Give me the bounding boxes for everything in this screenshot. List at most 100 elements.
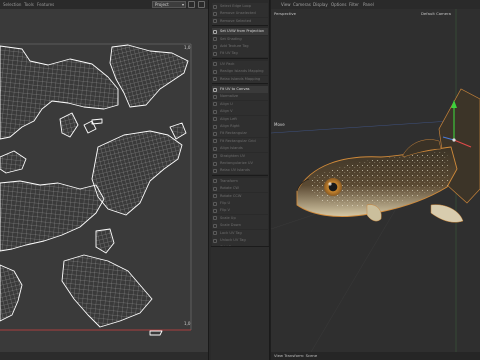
tool-item-label: Align U: [220, 101, 233, 106]
tool-item[interactable]: Rectangularize UV: [212, 160, 268, 167]
maximize-icon[interactable]: [198, 1, 205, 8]
tool-icon: [213, 208, 217, 213]
uv-editor-panel: Selection Tools Features Project ▾ 1,0 1…: [0, 0, 208, 360]
tool-icon: [213, 238, 217, 243]
tool-item[interactable]: Align U: [212, 100, 268, 108]
viewport-status-bar: View Transform: Scene: [271, 352, 480, 360]
tool-item[interactable]: Straighten UV: [212, 152, 268, 160]
tool-icon: [213, 11, 217, 16]
tool-item[interactable]: Fit Rectangular Grid: [212, 137, 268, 145]
tool-icon: [213, 87, 217, 92]
tool-item[interactable]: Transform: [212, 177, 268, 185]
tool-icon: [213, 223, 217, 228]
uv-island-small-b: [83, 120, 97, 134]
tool-icon: [213, 231, 217, 236]
tool-item[interactable]: Relax Islands Mapping: [212, 75, 268, 83]
tool-item[interactable]: Align Right: [212, 123, 268, 130]
tool-item-label: Flip V: [220, 208, 230, 213]
uv-island-tail: [0, 150, 27, 174]
tool-item-label: Rotate CW: [220, 186, 239, 191]
tool-item[interactable]: Align V: [212, 108, 268, 116]
menu-features[interactable]: Features: [37, 0, 54, 9]
tool-icon: [213, 4, 217, 9]
tool-item-label: Scale Down: [220, 223, 241, 228]
tool-separator: [212, 57, 268, 59]
projection-value: Project: [155, 2, 169, 7]
menu-cameras[interactable]: Cameras: [293, 0, 311, 9]
tool-icon: [213, 77, 217, 82]
tool-item-label: Remove Unselected: [220, 11, 256, 16]
tool-item[interactable]: Flip V: [212, 207, 268, 215]
tool-item[interactable]: Fit UV Tag: [212, 50, 268, 58]
tool-icon: [213, 37, 217, 42]
tool-item[interactable]: Fit UV to Canvas: [212, 86, 268, 93]
tool-item-label: Scale Up: [220, 215, 236, 220]
tool-item[interactable]: Scale Down: [212, 222, 268, 230]
tool-icon: [213, 102, 217, 107]
uv-bottom-bar: [0, 352, 208, 360]
tool-item-label: UV Pack: [220, 61, 235, 66]
menu-options[interactable]: Options: [331, 0, 346, 9]
tool-icon: [213, 201, 217, 206]
uv-tools-panel: Select Edge Loop Remove Unselected Remove …: [208, 0, 270, 360]
projection-dropdown[interactable]: Project ▾: [152, 1, 186, 8]
tool-item[interactable]: Align Left: [212, 115, 268, 123]
viewport-panel[interactable]: View Cameras Display Options Filter Pane…: [271, 0, 480, 360]
status-text: View Transform: Scene: [274, 353, 318, 358]
tool-icon: [213, 69, 217, 74]
tool-icon: [213, 139, 217, 144]
tool-icon: [213, 216, 217, 221]
uv-island-bottom-left: [0, 264, 23, 322]
tool-item[interactable]: Normalize: [212, 93, 268, 101]
tool-item[interactable]: Flip U: [212, 200, 268, 207]
tool-item-label: Align Right: [220, 124, 240, 128]
tool-item-label: Lock UV Tag: [220, 230, 242, 235]
tool-item-label: Select Edge Loop: [220, 4, 252, 8]
tool-icon: [213, 19, 217, 24]
tool-item[interactable]: Set Shading: [212, 35, 268, 43]
tool-item[interactable]: Unlock UV Tag: [212, 237, 268, 244]
tool-item[interactable]: Select Edge Loop: [212, 3, 268, 10]
tool-icon: [213, 51, 217, 56]
menu-tools[interactable]: Tools: [24, 0, 34, 9]
uv-canvas[interactable]: 1,0 1,0: [0, 9, 208, 360]
tool-item-label: Normalize: [220, 94, 239, 99]
tool-icon: [213, 117, 217, 122]
tool-item-label: Realign Islands Mapping: [220, 69, 264, 74]
tool-icon: [213, 186, 217, 191]
tool-item-label: Align Left: [220, 116, 237, 121]
tool-item[interactable]: Rotate CW: [212, 185, 268, 193]
uv-island-upper: [0, 45, 119, 140]
tool-item[interactable]: Set UVW from Projection: [212, 28, 268, 36]
tool-item[interactable]: Fit Rectangular: [212, 130, 268, 138]
tool-icon: [213, 161, 217, 166]
tool-item[interactable]: Rotate CCW: [212, 192, 268, 200]
uv-island-small-d: [169, 122, 187, 140]
menu-filter[interactable]: Filter: [349, 0, 359, 9]
menu-panel[interactable]: Panel: [363, 0, 374, 9]
menu-view[interactable]: View: [281, 0, 291, 9]
frame-icon[interactable]: [188, 1, 195, 8]
tool-icon: [213, 154, 217, 159]
viewport-menubar: View Cameras Display Options Filter Pane…: [271, 0, 480, 9]
tool-item-label: Remove Selected: [220, 18, 252, 23]
tool-item[interactable]: Remove Unselected: [212, 10, 268, 18]
tool-item[interactable]: Lock UV Tag: [212, 229, 268, 237]
tool-item[interactable]: Remove Selected: [212, 17, 268, 25]
uv-island-body: [91, 130, 183, 216]
tool-item[interactable]: Scale Up: [212, 214, 268, 222]
tool-item[interactable]: Relax UV Islands: [212, 167, 268, 175]
tool-item-label: Rotate CCW: [220, 193, 242, 198]
tool-item[interactable]: UV Pack: [212, 60, 268, 68]
uv-island-small-a: [59, 112, 79, 138]
menu-selection[interactable]: Selection: [3, 0, 21, 9]
menu-display[interactable]: Display: [313, 0, 328, 9]
tool-item[interactable]: Realign Islands Mapping: [212, 68, 268, 76]
viewport-scene[interactable]: [271, 9, 480, 352]
tool-item-label: Relax UV Islands: [220, 168, 250, 173]
tool-item[interactable]: Align Islands: [212, 145, 268, 153]
tool-icon: [213, 179, 217, 184]
tool-item[interactable]: Add Texture Tag: [212, 43, 268, 50]
fish-fin-pelvic: [430, 204, 464, 223]
gizmo-center: [452, 138, 456, 142]
